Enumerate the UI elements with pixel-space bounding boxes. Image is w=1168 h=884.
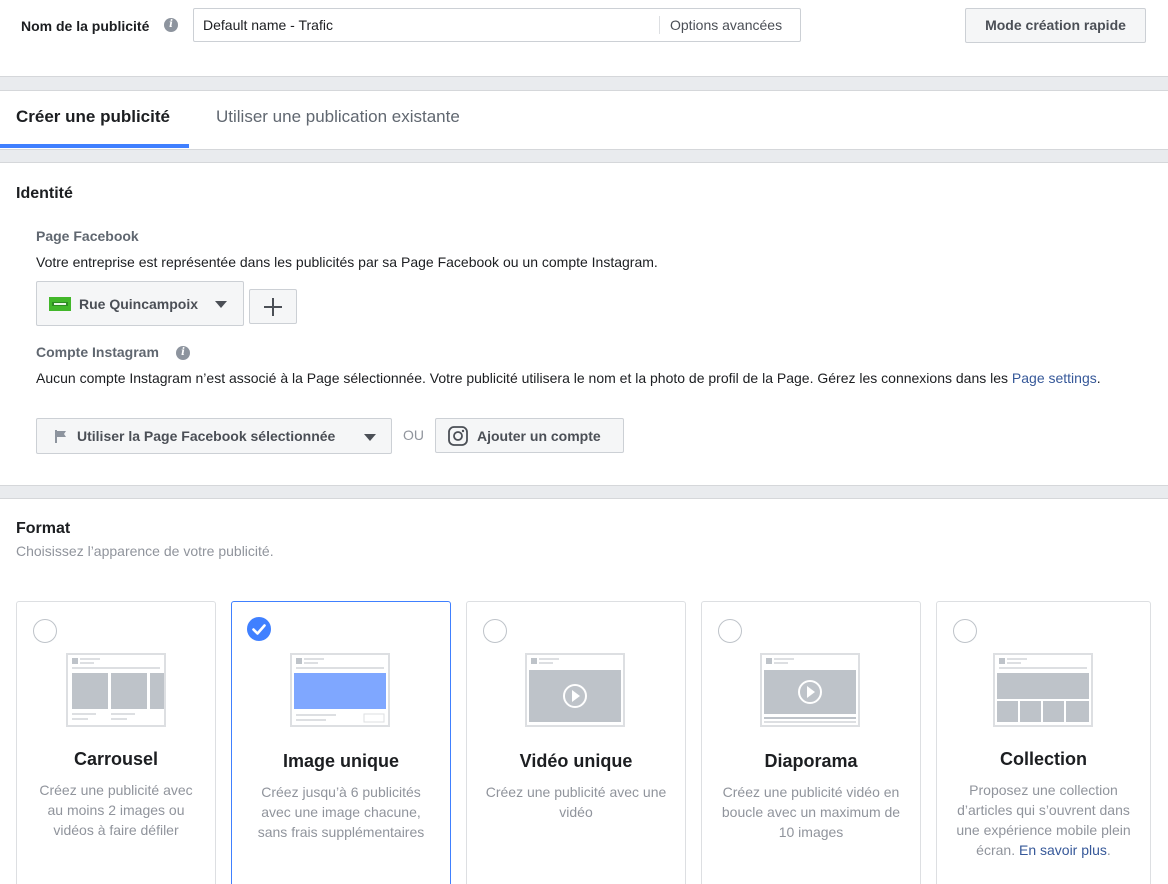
chevron-down-icon <box>215 301 227 308</box>
instagram-icon <box>448 426 468 446</box>
separator <box>0 149 1168 163</box>
format-title: Format <box>16 520 71 537</box>
ad-name-input[interactable]: Default name - Trafic Options avancées <box>193 8 801 42</box>
identity-title: Identité <box>16 185 73 202</box>
facebook-page-dropdown[interactable]: Rue Quincampoix <box>36 281 244 326</box>
card-description: Créez une publicité avec au moins 2 imag… <box>39 782 193 838</box>
add-instagram-account-button[interactable]: Ajouter un compte <box>435 418 624 453</box>
tab-use-existing-post[interactable]: Utiliser une publication existante <box>216 107 460 127</box>
checkmark-icon <box>252 624 266 635</box>
use-facebook-page-dropdown[interactable]: Utiliser la Page Facebook sélectionnée <box>36 418 392 454</box>
radio-carousel[interactable] <box>33 619 57 643</box>
card-description: Proposez une collection d’articles qui s… <box>955 780 1132 860</box>
format-card-collection[interactable]: Collection Proposez une collection d’art… <box>936 601 1151 884</box>
carousel-preview-icon <box>66 653 166 727</box>
use-page-button-label: Utiliser la Page Facebook sélectionnée <box>77 428 336 444</box>
card-title: Image unique <box>282 751 399 771</box>
card-description: Créez jusqu’à 6 publicités avec une imag… <box>257 784 425 840</box>
card-title: Diaporama <box>764 751 858 771</box>
instagram-account-label: Compte Instagram <box>36 344 159 360</box>
add-page-button[interactable] <box>249 289 297 324</box>
or-separator: OU <box>403 427 424 443</box>
facebook-page-label: Page Facebook <box>36 228 139 244</box>
radio-slideshow[interactable] <box>718 619 742 643</box>
instagram-description-text: Aucun compte Instagram n’est associé à l… <box>36 370 1012 386</box>
advanced-options-link[interactable]: Options avancées <box>670 17 782 33</box>
selected-page-name: Rue Quincampoix <box>79 296 199 312</box>
ad-name-bar: Nom de la publicité i Default name - Tra… <box>0 0 1168 76</box>
slideshow-preview-icon <box>760 653 860 727</box>
single-image-preview-icon <box>290 653 390 727</box>
description-period: . <box>1096 370 1101 386</box>
format-subtitle: Choisissez l’apparence de votre publicit… <box>16 543 274 559</box>
ad-name-label: Nom de la publicité <box>21 18 150 34</box>
page-thumbnail-icon <box>49 297 71 311</box>
format-card-slideshow[interactable]: Diaporama Créez une publicité vidéo en b… <box>701 601 921 884</box>
learn-more-link[interactable]: En savoir plus <box>1019 842 1107 858</box>
quick-creation-button[interactable]: Mode création rapide <box>965 8 1146 43</box>
info-icon[interactable]: i <box>176 346 190 360</box>
radio-single-image[interactable] <box>247 617 271 641</box>
identity-section: Identité Page Facebook Votre entreprise … <box>0 163 1168 485</box>
radio-single-video[interactable] <box>483 619 507 643</box>
format-card-single-image[interactable]: Image unique Créez jusqu’à 6 publicités … <box>231 601 451 884</box>
format-card-carousel[interactable]: Carrousel Créez une publicité avec au mo… <box>16 601 216 884</box>
instagram-description: Aucun compte Instagram n’est associé à l… <box>36 368 1136 388</box>
chevron-down-icon <box>364 434 376 441</box>
card-title: Vidéo unique <box>519 751 633 771</box>
divider <box>659 16 660 34</box>
card-title: Carrousel <box>73 749 159 769</box>
format-section: Format Choisissez l’apparence de votre p… <box>0 499 1168 884</box>
plus-icon <box>264 298 282 316</box>
format-card-single-video[interactable]: Vidéo unique Créez une publicité avec un… <box>466 601 686 884</box>
card-title: Collection <box>999 749 1087 769</box>
separator <box>0 485 1168 499</box>
card-description: Créez une publicité vidéo en boucle avec… <box>721 784 901 840</box>
page-settings-link[interactable]: Page settings <box>1012 370 1097 386</box>
add-account-label: Ajouter un compte <box>477 428 601 444</box>
flag-icon <box>55 430 66 443</box>
ad-name-value[interactable]: Default name - Trafic <box>203 17 333 33</box>
info-icon[interactable]: i <box>164 18 178 32</box>
description-period: . <box>1106 842 1111 858</box>
card-description: Créez une publicité avec une vidéo <box>485 784 667 820</box>
active-tab-indicator <box>0 144 189 148</box>
separator <box>0 76 1168 91</box>
video-preview-icon <box>525 653 625 727</box>
collection-preview-icon <box>993 653 1093 727</box>
radio-collection[interactable] <box>953 619 977 643</box>
tab-bar: Créer une publicité Utiliser une publica… <box>0 91 1168 149</box>
tab-create-ad[interactable]: Créer une publicité <box>16 107 170 127</box>
facebook-page-description: Votre entreprise est représentée dans le… <box>36 254 658 270</box>
